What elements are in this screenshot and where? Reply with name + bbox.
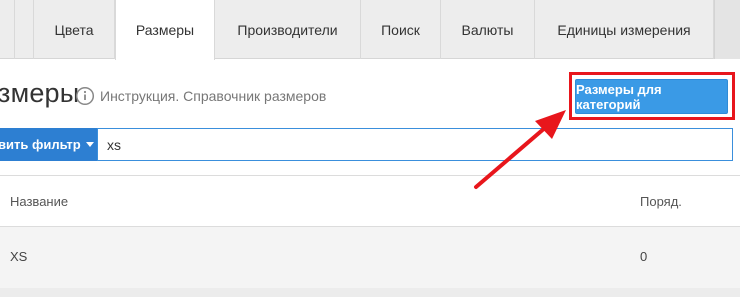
- cell-name: XS: [10, 249, 28, 264]
- tab-label: Валюты: [461, 21, 514, 38]
- table-row: [0, 288, 740, 297]
- column-header-order[interactable]: Поряд.: [640, 194, 682, 209]
- tab-currencies[interactable]: Валюты: [441, 0, 535, 59]
- tab-label: Единицы измерения: [557, 21, 691, 38]
- page-title: змеры: [0, 78, 80, 108]
- tab-search[interactable]: Поиск: [361, 0, 441, 59]
- tab-overflow: [714, 0, 740, 59]
- add-filter-label: вить фильтр: [0, 137, 81, 152]
- tab-label: Поиск: [381, 21, 420, 38]
- tab-units[interactable]: Единицы измерения: [535, 0, 714, 59]
- tab-sizes[interactable]: Размеры: [115, 0, 215, 60]
- info-icon[interactable]: [75, 86, 95, 106]
- tab-label: Производители: [237, 21, 338, 38]
- caret-down-icon: [85, 142, 94, 147]
- cell-order: 0: [640, 249, 648, 264]
- column-header-name[interactable]: Название: [10, 194, 68, 209]
- tab-bar: Цвета Размеры Производители Поиск Валюты…: [0, 0, 740, 60]
- tab-spacer: [14, 0, 34, 59]
- search-input[interactable]: [97, 128, 733, 161]
- tab-colors[interactable]: Цвета: [34, 0, 115, 59]
- tab-manufacturers[interactable]: Производители: [215, 0, 361, 59]
- tab-label: Цвета: [54, 21, 94, 38]
- help-link[interactable]: Инструкция. Справочник размеров: [100, 88, 326, 104]
- add-filter-button[interactable]: вить фильтр: [0, 128, 97, 161]
- page: Цвета Размеры Производители Поиск Валюты…: [0, 0, 740, 297]
- table-divider: [0, 175, 740, 176]
- highlight-frame: [569, 72, 735, 120]
- tab-label: Размеры: [135, 22, 195, 38]
- table-row[interactable]: [0, 227, 740, 288]
